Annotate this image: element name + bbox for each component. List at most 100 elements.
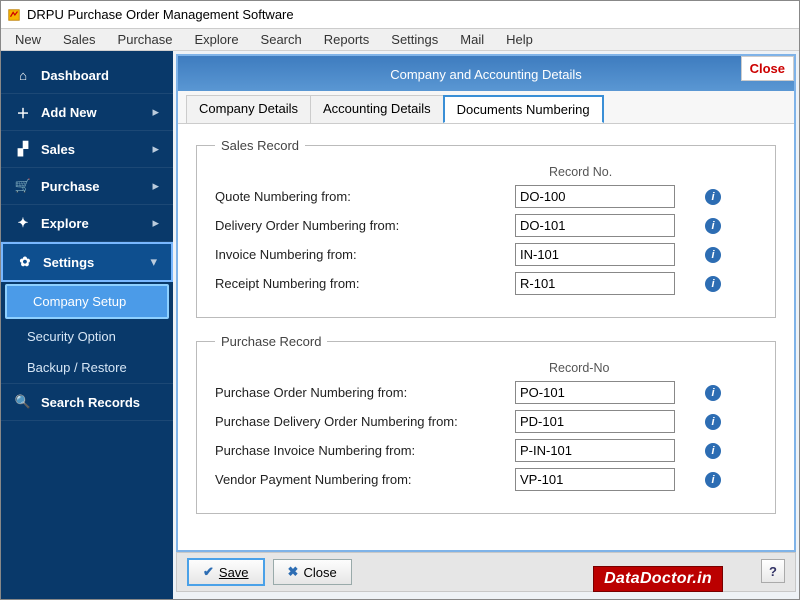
menu-settings[interactable]: Settings — [381, 30, 448, 49]
search-icon: 🔍 — [15, 394, 31, 410]
input-invoice[interactable] — [515, 243, 675, 266]
input-vp[interactable] — [515, 468, 675, 491]
row-invoice: Invoice Numbering from: i — [215, 243, 757, 266]
sidebar-item-add-new[interactable]: ＋ Add New ▸ — [1, 94, 173, 131]
menu-help[interactable]: Help — [496, 30, 543, 49]
row-quote: Quote Numbering from: i — [215, 185, 757, 208]
row-pi: Purchase Invoice Numbering from: i — [215, 439, 757, 462]
purchase-legend: Purchase Record — [215, 334, 327, 349]
chevron-down-icon: ▾ — [150, 254, 157, 270]
sidebar-sub-company-setup[interactable]: Company Setup — [5, 284, 169, 319]
input-delivery-order[interactable] — [515, 214, 675, 237]
label: Purchase — [41, 179, 100, 194]
label: Add New — [41, 105, 97, 120]
label: Explore — [41, 216, 89, 231]
info-icon[interactable]: i — [705, 218, 721, 234]
input-pdo[interactable] — [515, 410, 675, 433]
cart-icon: 🛒 — [15, 178, 31, 194]
close-icon: ✖ — [288, 564, 299, 580]
sidebar-item-search-records[interactable]: 🔍 Search Records — [1, 383, 173, 421]
chevron-right-icon: ▸ — [152, 178, 159, 194]
label: Settings — [43, 255, 94, 270]
chart-icon: ▞ — [15, 141, 31, 157]
tab-accounting-details[interactable]: Accounting Details — [310, 95, 444, 123]
sidebar-item-explore[interactable]: ✦ Explore ▸ — [1, 205, 173, 242]
tab-body: Sales Record Record No. Quote Numbering … — [178, 124, 794, 550]
sidebar-sub-security-option[interactable]: Security Option — [1, 321, 173, 352]
brand-badge: DataDoctor.in — [593, 566, 723, 592]
save-label: Save — [219, 565, 249, 580]
add-icon: ＋ — [15, 104, 31, 120]
close-button-footer[interactable]: ✖ Close — [273, 559, 352, 585]
info-icon[interactable]: i — [705, 443, 721, 459]
gear-icon: ✿ — [17, 254, 33, 270]
label: Dashboard — [41, 68, 109, 83]
sidebar: ⌂ Dashboard ＋ Add New ▸ ▞ Sales ▸ 🛒 Purchase… — [1, 51, 173, 599]
sales-record-group: Sales Record Record No. Quote Numbering … — [196, 138, 776, 318]
sidebar-sub-backup-restore[interactable]: Backup / Restore — [1, 352, 173, 383]
menu-sales[interactable]: Sales — [53, 30, 106, 49]
sidebar-item-settings[interactable]: ✿ Settings ▾ — [1, 242, 173, 282]
row-po: Purchase Order Numbering from: i — [215, 381, 757, 404]
row-pdo: Purchase Delivery Order Numbering from: … — [215, 410, 757, 433]
label-po: Purchase Order Numbering from: — [215, 385, 515, 400]
sidebar-item-dashboard[interactable]: ⌂ Dashboard — [1, 57, 173, 94]
input-quote[interactable] — [515, 185, 675, 208]
app-icon — [7, 8, 21, 22]
label: Search Records — [41, 395, 140, 410]
close-button[interactable]: Close — [741, 56, 794, 81]
label-pdo: Purchase Delivery Order Numbering from: — [215, 414, 515, 429]
titlebar: DRPU Purchase Order Management Software — [1, 1, 799, 29]
label-pi: Purchase Invoice Numbering from: — [215, 443, 515, 458]
menu-purchase[interactable]: Purchase — [108, 30, 183, 49]
tab-company-details[interactable]: Company Details — [186, 95, 311, 123]
info-icon[interactable]: i — [705, 189, 721, 205]
row-receipt: Receipt Numbering from: i — [215, 272, 757, 295]
home-icon: ⌂ — [15, 67, 31, 83]
label: Sales — [41, 142, 75, 157]
label-invoice: Invoice Numbering from: — [215, 247, 515, 262]
info-icon[interactable]: i — [705, 472, 721, 488]
info-icon[interactable]: i — [705, 385, 721, 401]
panel: Company and Accounting Details Close Com… — [176, 54, 796, 552]
panel-title: Company and Accounting Details — [390, 67, 582, 82]
sidebar-item-sales[interactable]: ▞ Sales ▸ — [1, 131, 173, 168]
menubar: New Sales Purchase Explore Search Report… — [1, 29, 799, 51]
window-title: DRPU Purchase Order Management Software — [27, 7, 294, 22]
info-icon[interactable]: i — [705, 247, 721, 263]
menu-new[interactable]: New — [5, 30, 51, 49]
help-button[interactable]: ? — [761, 559, 785, 583]
sales-legend: Sales Record — [215, 138, 305, 153]
sales-col-header: Record No. — [549, 165, 757, 179]
label-vp: Vendor Payment Numbering from: — [215, 472, 515, 487]
row-vp: Vendor Payment Numbering from: i — [215, 468, 757, 491]
label-quote: Quote Numbering from: — [215, 189, 515, 204]
chevron-right-icon: ▸ — [152, 104, 159, 120]
check-icon: ✔ — [203, 564, 214, 580]
chevron-right-icon: ▸ — [152, 215, 159, 231]
tabs: Company Details Accounting Details Docum… — [178, 91, 794, 124]
save-button[interactable]: ✔ Save — [187, 558, 265, 586]
tab-documents-numbering[interactable]: Documents Numbering — [443, 95, 604, 123]
close-label: Close — [303, 565, 336, 580]
content-area: Company and Accounting Details Close Com… — [173, 51, 799, 599]
menu-explore[interactable]: Explore — [184, 30, 248, 49]
purchase-record-group: Purchase Record Record-No Purchase Order… — [196, 334, 776, 514]
label-receipt: Receipt Numbering from: — [215, 276, 515, 291]
row-delivery-order: Delivery Order Numbering from: i — [215, 214, 757, 237]
footer-bar: ✔ Save ✖ Close ? DataDoctor.in — [176, 552, 796, 592]
input-receipt[interactable] — [515, 272, 675, 295]
info-icon[interactable]: i — [705, 276, 721, 292]
input-po[interactable] — [515, 381, 675, 404]
menu-search[interactable]: Search — [251, 30, 312, 49]
menu-reports[interactable]: Reports — [314, 30, 380, 49]
chevron-right-icon: ▸ — [152, 141, 159, 157]
purchase-col-header: Record-No — [549, 361, 757, 375]
info-icon[interactable]: i — [705, 414, 721, 430]
sidebar-item-purchase[interactable]: 🛒 Purchase ▸ — [1, 168, 173, 205]
panel-header: Company and Accounting Details Close — [178, 56, 794, 91]
menu-mail[interactable]: Mail — [450, 30, 494, 49]
input-pi[interactable] — [515, 439, 675, 462]
label-delivery-order: Delivery Order Numbering from: — [215, 218, 515, 233]
explore-icon: ✦ — [15, 215, 31, 231]
